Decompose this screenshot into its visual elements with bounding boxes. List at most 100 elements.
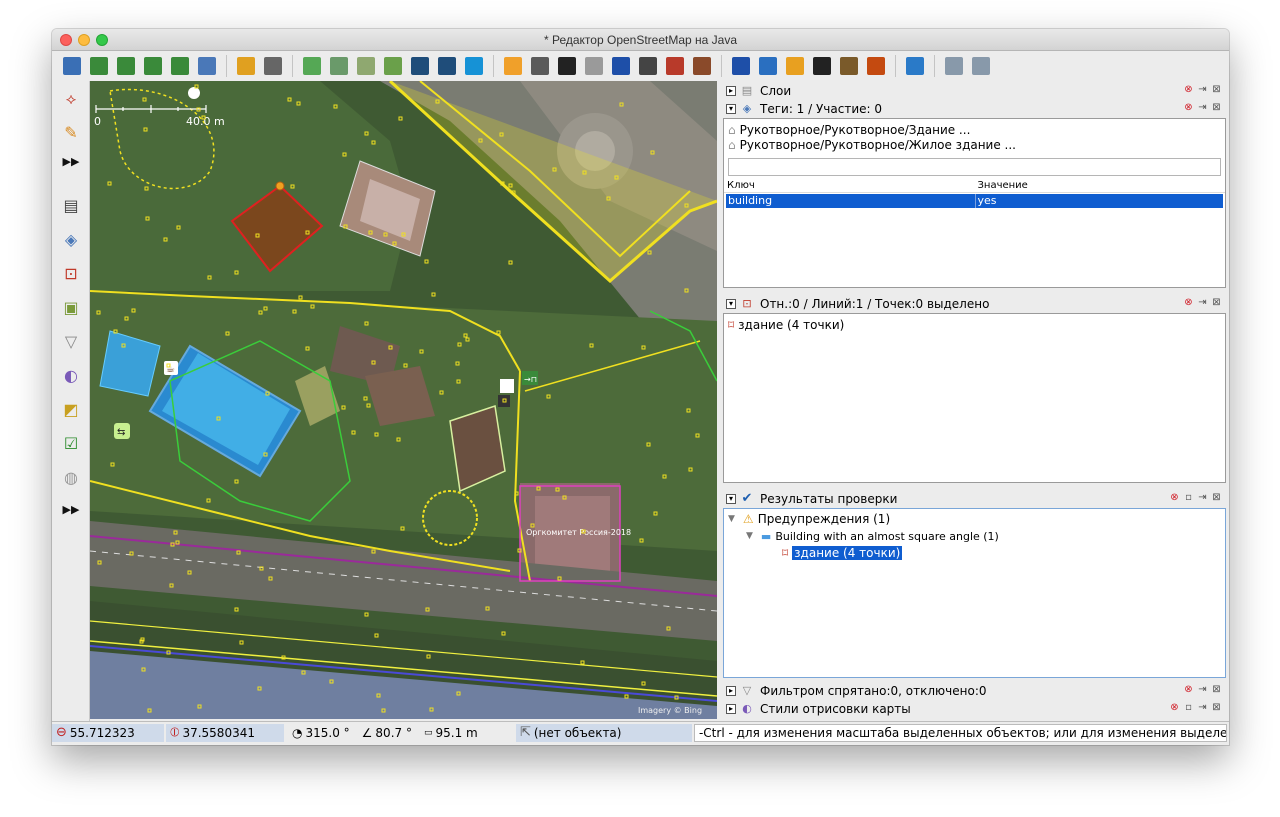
tag-key-cell[interactable]: building [726,194,975,208]
tree-node-warnings[interactable]: ▼ ⚠ Предупреждения (1) [728,511,890,527]
search-button[interactable] [381,54,405,78]
filter-panel-header[interactable]: ▸ ▽ Фильтром спрятано:0, отключено:0 ⊗ ⇥ ⊠ [723,682,1226,699]
expand-toggle-icon[interactable]: ▸ [726,703,736,714]
tree-expand-icon[interactable]: ▼ [746,531,753,541]
styles-panel-header[interactable]: ▸ ◐ Стили отрисовки карты ⊗ ▫ ⇥ ⊠ [723,700,1226,717]
road-grey2-button[interactable] [582,54,606,78]
preset-link[interactable]: ⌂ Рукотворное/Рукотворное/Здание ... [724,123,1225,138]
selection-panel-header[interactable]: ▾ ⊡ Отн.:0 / Линий:1 / Точек:0 выделено … [723,295,1226,312]
help-icon[interactable]: ⊗ [1183,297,1194,309]
close-panel-icon[interactable]: ⊠ [1211,492,1222,504]
save-button[interactable] [87,54,111,78]
close-panel-icon[interactable]: ⊠ [1211,684,1222,696]
changeset-icon[interactable]: ◍ [59,465,83,489]
layers-toggle-icon[interactable]: ▤ [59,193,83,217]
map-paint-styles-icon[interactable]: ◐ [59,363,83,387]
waterway-button[interactable] [903,54,927,78]
validation-panel-header[interactable]: ▾ ✔ Результаты проверки ⊗ ▫ ⇥ ⊠ [723,490,1226,507]
tree-expand-icon[interactable]: ▼ [728,514,735,524]
close-panel-icon[interactable]: ⊠ [1211,297,1222,309]
selection-panel-body: ⌑ здание (4 точки) [723,313,1226,483]
shop-bag-button[interactable] [783,54,807,78]
map-view[interactable]: Оргкомитет Россия-2018 Imagery © Bing 0 … [90,81,717,719]
road-black-button[interactable] [555,54,579,78]
selection-icon: ⊡ [742,297,752,310]
tree-node-group[interactable]: ▼ ▬ Building with an almost square angle… [746,528,999,544]
settings-icon[interactable]: ▫ [1183,702,1194,714]
collapse-toggle-icon[interactable]: ▾ [726,103,736,114]
help-icon[interactable]: ⊗ [1183,84,1194,96]
detach-icon[interactable]: ⇥ [1197,492,1208,504]
more-tools-icon[interactable]: ▶▶ [59,149,83,173]
preset-link[interactable]: ⌂ Рукотворное/Рукотворное/Жилое здание ..… [724,138,1225,153]
oneway-button[interactable] [408,54,432,78]
imagery-icon[interactable]: ▣ [59,295,83,319]
download-button[interactable] [114,54,138,78]
world-button[interactable] [195,54,219,78]
detach-icon[interactable]: ⇥ [1197,102,1208,114]
zoom-to-fit-button[interactable] [300,54,324,78]
wms-tms-button[interactable] [354,54,378,78]
tags-toggle-icon[interactable]: ◈ [59,227,83,251]
bed-button[interactable] [756,54,780,78]
select-mode-icon[interactable]: ⟡ [59,87,83,111]
close-panel-icon[interactable]: ⊠ [1211,102,1222,114]
bing-button[interactable] [462,54,486,78]
road-yellow-button[interactable] [501,54,525,78]
tag-search-input[interactable] [728,158,1221,176]
settings-icon[interactable]: ▫ [1183,492,1194,504]
toolbar-separator [895,55,896,77]
key-column-header[interactable]: Ключ [724,180,975,192]
collapse-toggle-icon[interactable]: ▾ [726,493,736,504]
close-window-button[interactable] [60,34,72,46]
peak-button[interactable] [864,54,888,78]
tree-node-item[interactable]: ⌑ здание (4 точки) [782,545,903,561]
history-icon[interactable]: ◩ [59,397,83,421]
parking-button[interactable] [609,54,633,78]
value-column-header[interactable]: Значение [975,180,1226,192]
expand-toggle-icon[interactable]: ▸ [726,85,736,96]
upload-button[interactable] [168,54,192,78]
road-grey-button[interactable] [528,54,552,78]
railway-button[interactable] [690,54,714,78]
maximize-window-button[interactable] [96,34,108,46]
close-panel-icon[interactable]: ⊠ [1211,702,1222,714]
oneway-reverse-button[interactable] [435,54,459,78]
more-dialogs-icon[interactable]: ▶▶ [59,497,83,521]
list-item[interactable]: ⌑ здание (4 точки) [728,317,844,333]
detach-icon[interactable]: ⇥ [1197,84,1208,96]
open-file-button[interactable] [60,54,84,78]
preferences-button[interactable] [327,54,351,78]
undo-button[interactable] [234,54,258,78]
traffic-light-button[interactable] [636,54,660,78]
detach-icon[interactable]: ⇥ [1197,684,1208,696]
minimize-window-button[interactable] [78,34,90,46]
detach-icon[interactable]: ⇥ [1197,702,1208,714]
close-panel-icon[interactable]: ⊠ [1211,84,1222,96]
redo-button[interactable] [261,54,285,78]
tags-panel-header[interactable]: ▾ ◈ Теги: 1 / Участие: 0 ⊗ ⇥ ⊠ [723,100,1226,117]
validator-icon[interactable]: ☑ [59,431,83,455]
layers-panel-header[interactable]: ▸ ▤ Слои ⊗ ⇥ ⊠ [723,82,1226,99]
selection-list-icon[interactable]: ⊡ [59,261,83,285]
help-icon[interactable]: ⊗ [1183,102,1194,114]
tag-value-cell[interactable]: yes [974,194,1224,208]
zoom-in-button[interactable] [942,54,966,78]
football-button[interactable] [810,54,834,78]
detach-icon[interactable]: ⇥ [1197,297,1208,309]
download-data-button[interactable] [141,54,165,78]
filter-icon[interactable]: ▽ [59,329,83,353]
help-icon[interactable]: ⊗ [1169,492,1180,504]
help-icon[interactable]: ⊗ [1169,702,1180,714]
zoom-out-button[interactable] [969,54,993,78]
table-row[interactable]: building yes [726,194,1223,208]
expand-toggle-icon[interactable]: ▸ [726,685,736,696]
help-icon[interactable]: ⊗ [1183,684,1194,696]
draw-mode-icon[interactable]: ✎ [59,120,83,144]
wall-icon [666,57,684,75]
collapse-toggle-icon[interactable]: ▾ [726,298,736,309]
factory-button[interactable] [837,54,861,78]
wall-button[interactable] [663,54,687,78]
map-canvas[interactable]: Оргкомитет Россия-2018 Imagery © Bing 0 … [90,81,717,719]
info-button[interactable] [729,54,753,78]
